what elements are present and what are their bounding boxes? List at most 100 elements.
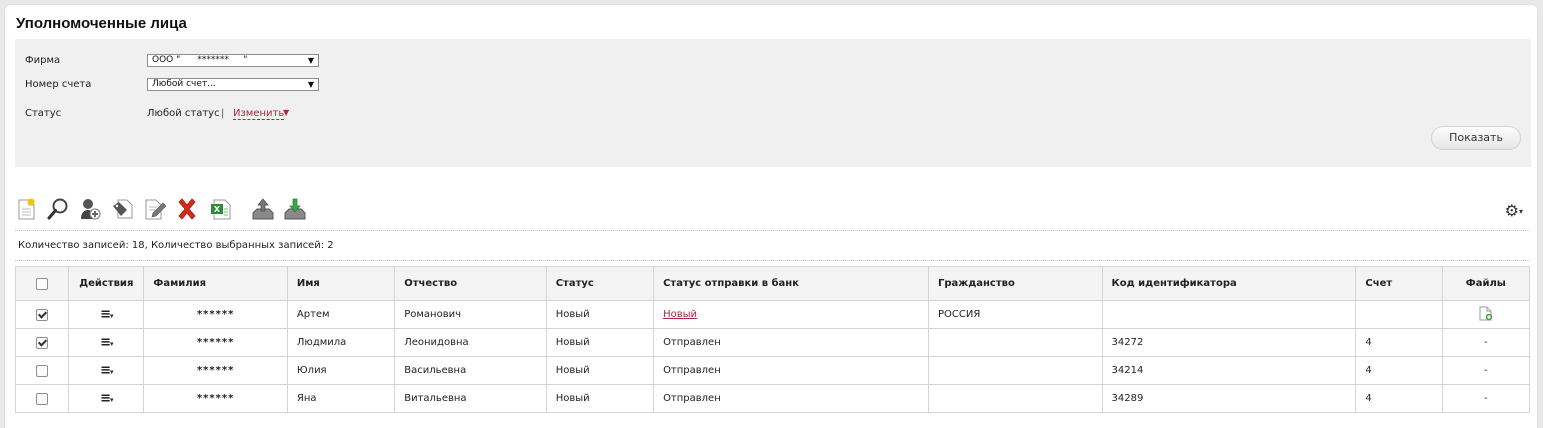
filter-box: Фирма ООО " ******* " ▼ Номер счета Любо…	[15, 39, 1531, 167]
cell-account: 4	[1355, 356, 1443, 385]
firm-select[interactable]: ООО " ******* " ▼	[147, 54, 319, 67]
row-select-cell	[14, 356, 70, 385]
add-person-icon[interactable]	[78, 197, 101, 221]
col-status[interactable]: Статус	[545, 266, 655, 301]
svg-text:X: X	[214, 205, 221, 214]
cell-files: -	[1441, 384, 1531, 413]
row-checkbox[interactable]	[36, 308, 49, 321]
select-all-checkbox[interactable]	[36, 277, 49, 290]
row-actions-menu[interactable]: ≡▾	[68, 300, 145, 329]
cell-patronymic: Леонидовна	[394, 328, 547, 357]
table-row[interactable]: ≡▾ ****** Юлия Васильевна Новый Отправлен 3421…	[14, 356, 1531, 385]
col-id-code[interactable]: Код идентификатора	[1101, 266, 1357, 301]
surname-text: ******	[196, 337, 235, 348]
chevron-down-icon: ▾	[1518, 207, 1523, 216]
cell-patronymic: Романович	[394, 300, 547, 329]
tag-document-icon[interactable]	[111, 197, 133, 221]
cell-files	[1441, 300, 1531, 329]
surname-text: ******	[196, 393, 235, 404]
chevron-down-icon[interactable]: ▼	[283, 108, 289, 117]
cell-citizenship	[927, 356, 1103, 385]
cell-citizenship: РОССИЯ	[927, 300, 1103, 329]
firm-label: Фирма	[25, 55, 61, 66]
show-button[interactable]: Показать	[1431, 126, 1521, 150]
menu-list-icon: ≡▾	[100, 391, 113, 406]
row-checkbox[interactable]	[36, 336, 49, 349]
cell-files: -	[1441, 328, 1531, 357]
download-tray-icon[interactable]	[283, 197, 306, 221]
cell-id-code: 34214	[1101, 356, 1357, 385]
main-panel: Уполномоченные лица Фирма ООО " ******* …	[4, 4, 1538, 428]
chevron-down-icon: ▼	[307, 56, 314, 65]
table-row[interactable]: ≡▾ ****** Яна Витальевна Новый Отправлен 34289…	[14, 384, 1531, 413]
col-name[interactable]: Имя	[286, 266, 396, 301]
cell-status: Новый	[545, 356, 655, 385]
table-row[interactable]: ≡▾ ****** Людмила Леонидовна Новый Отправлен 3…	[14, 328, 1531, 357]
add-file-icon[interactable]	[1479, 306, 1493, 324]
select-all-cell	[14, 266, 70, 301]
cell-name: Юлия	[286, 356, 396, 385]
page-title: Уполномоченные лица	[16, 15, 187, 32]
excel-export-icon[interactable]: X	[209, 197, 231, 221]
status-change-link[interactable]: Изменить	[233, 108, 285, 120]
cell-account	[1355, 300, 1443, 329]
status-value: Любой статус	[147, 108, 220, 119]
menu-list-icon: ≡▾	[100, 307, 113, 322]
cell-status: Новый	[545, 300, 655, 329]
cell-patronymic: Васильевна	[394, 356, 547, 385]
new-document-icon[interactable]	[15, 197, 37, 221]
row-actions-menu[interactable]: ≡▾	[68, 384, 145, 413]
delete-cross-icon[interactable]	[175, 197, 197, 221]
bank-status-link[interactable]: Новый	[663, 309, 697, 320]
chevron-down-icon: ▼	[307, 80, 314, 89]
cell-bank-status: Новый	[653, 300, 929, 329]
cell-id-code	[1101, 300, 1357, 329]
divider	[15, 230, 1530, 231]
row-checkbox[interactable]	[36, 392, 49, 405]
gear-icon: ⚙	[1504, 201, 1519, 220]
status-label: Статус	[25, 108, 62, 119]
cell-id-code: 34289	[1101, 384, 1357, 413]
col-actions[interactable]: Действия	[68, 266, 145, 301]
col-files[interactable]: Файлы	[1441, 266, 1531, 301]
cell-name: Людмила	[286, 328, 396, 357]
row-checkbox[interactable]	[36, 364, 49, 377]
row-actions-menu[interactable]: ≡▾	[68, 356, 145, 385]
col-surname[interactable]: Фамилия	[143, 266, 288, 301]
col-patronymic[interactable]: Отчество	[394, 266, 547, 301]
menu-list-icon: ≡▾	[100, 335, 113, 350]
cell-account: 4	[1355, 384, 1443, 413]
col-account[interactable]: Счет	[1355, 266, 1443, 301]
surname-text: ******	[196, 365, 235, 376]
upload-tray-icon[interactable]	[251, 197, 274, 221]
col-citizenship[interactable]: Гражданство	[927, 266, 1103, 301]
surname-text: ******	[196, 309, 235, 320]
table-header: Действия Фамилия Имя Отчество Статус Ста…	[14, 266, 1531, 301]
settings-gear-button[interactable]: ⚙▾	[1505, 201, 1523, 220]
cell-status: Новый	[545, 384, 655, 413]
menu-list-icon: ≡▾	[100, 363, 113, 378]
cell-id-code: 34272	[1101, 328, 1357, 357]
table-row[interactable]: ≡▾ ****** Артем Романович Новый Новый РОССИЯ	[14, 300, 1531, 329]
col-bank-status[interactable]: Статус отправки в банк	[653, 266, 929, 301]
cell-citizenship	[927, 384, 1103, 413]
cell-surname: ******	[143, 356, 288, 385]
cell-patronymic: Витальевна	[394, 384, 547, 413]
cell-files: -	[1441, 356, 1531, 385]
records-count: Количество записей: 18, Количество выбра…	[18, 240, 334, 251]
firm-select-value: ООО " ******* "	[152, 55, 248, 65]
cell-status: Новый	[545, 328, 655, 357]
row-actions-menu[interactable]: ≡▾	[68, 328, 145, 357]
account-select[interactable]: Любой счет... ▼	[147, 78, 319, 91]
search-magnifier-icon[interactable]	[46, 197, 68, 221]
cell-name: Артем	[286, 300, 396, 329]
account-label: Номер счета	[25, 79, 92, 90]
cell-surname: ******	[143, 300, 288, 329]
cell-surname: ******	[143, 328, 288, 357]
cell-name: Яна	[286, 384, 396, 413]
row-select-cell	[14, 328, 70, 357]
cell-citizenship	[927, 328, 1103, 357]
cell-surname: ******	[143, 384, 288, 413]
cell-bank-status: Отправлен	[653, 384, 929, 413]
edit-document-icon[interactable]	[142, 197, 167, 221]
